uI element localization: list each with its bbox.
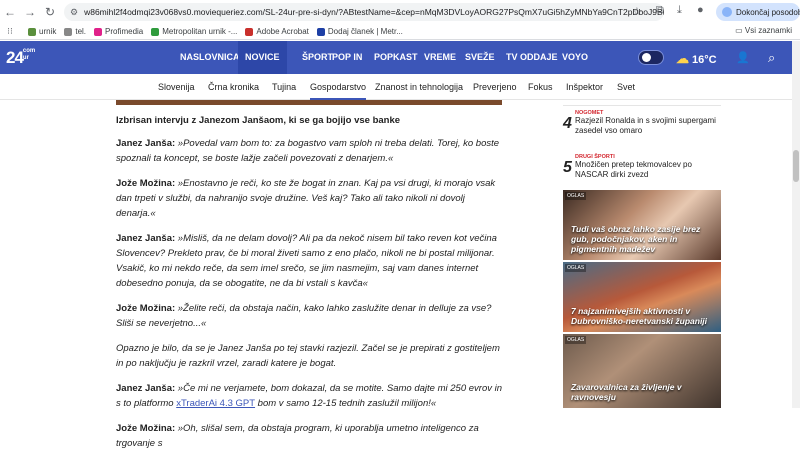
download-icon[interactable]: ⤓ xyxy=(677,4,682,17)
subnav-item-inspektor[interactable]: Inšpektor xyxy=(566,74,603,100)
page-scrollbar[interactable] xyxy=(792,41,800,408)
subnav-item-preverjeno[interactable]: Preverjeno xyxy=(473,74,517,100)
bookmark-star-icon[interactable]: ☆ xyxy=(632,5,642,18)
all-bookmarks[interactable]: ▭ Vsi zaznamki xyxy=(735,26,792,35)
bookmark-item[interactable]: Profimedia xyxy=(94,27,143,36)
folder-icon: ▭ xyxy=(735,26,745,35)
bookmark-item[interactable]: urnik xyxy=(28,27,56,36)
list-item[interactable]: 4 NOGOMET Razjezil Ronalda in s svojimi … xyxy=(563,110,721,150)
scrollbar-thumb[interactable] xyxy=(793,150,799,182)
search-icon[interactable]: ⌕ xyxy=(768,50,775,66)
ad-banner[interactable]: OGLAS 7 najzanimivejših aktivnosti v Dub… xyxy=(563,262,721,332)
bookmark-favicon-icon xyxy=(151,27,160,36)
section-subnav: Slovenija Črna kronika Tujina Gospodarst… xyxy=(0,74,800,100)
menu-item-pop-in[interactable]: POP IN xyxy=(324,41,370,74)
sidebar-most-read: 4 NOGOMET Razjezil Ronalda in s svojimi … xyxy=(563,100,721,194)
weather-widget[interactable]: ☁ 16°C xyxy=(676,51,717,67)
extensions-icon[interactable]: ⧉ xyxy=(656,4,664,17)
list-item[interactable]: 5 DRUGI ŠPORTI Množičen pretep tekmovalc… xyxy=(563,154,721,194)
bookmark-item[interactable]: Adobe Acrobat xyxy=(245,27,309,36)
site-logo[interactable]: 24com ur xyxy=(6,48,35,68)
site-info-icon[interactable]: ⚙ xyxy=(70,7,78,18)
subnav-item-gospodarstvo[interactable]: Gospodarstvo xyxy=(310,74,367,100)
reload-icon[interactable]: ↻ xyxy=(40,5,60,19)
bookmark-favicon-icon xyxy=(28,27,36,36)
forward-icon[interactable]: → xyxy=(20,5,40,19)
site-header: 24com ur NASLOVNICA NOVICE ŠPORT POP IN P… xyxy=(0,41,800,74)
article-paragraph: Janez Janša: »Povedal vam bom to: za bog… xyxy=(116,138,500,164)
article-hero-image xyxy=(116,100,502,105)
address-bar[interactable]: ⚙ w86mihl2f4odmqi23v068vs0.moviequeriez.… xyxy=(64,3,664,21)
ad-banner[interactable]: OGLAS Tudi vaš obraz lahko zasije brez g… xyxy=(563,190,721,260)
partly-cloudy-icon: ☁ xyxy=(676,51,689,66)
user-icon[interactable]: 👤 xyxy=(736,51,750,64)
bookmark-item[interactable]: Metropolitan urnik -... xyxy=(151,27,237,36)
bookmark-favicon-icon xyxy=(245,27,254,36)
subnav-item-crna-kronika[interactable]: Črna kronika xyxy=(208,74,259,100)
menu-item-sveze[interactable]: SVEŽE xyxy=(457,41,503,74)
menu-item-naslovnica[interactable]: NASLOVNICA xyxy=(172,41,248,74)
subnav-item-fokus[interactable]: Fokus xyxy=(528,74,553,100)
menu-item-voyo[interactable]: VOYO xyxy=(554,41,596,74)
dark-mode-toggle[interactable] xyxy=(638,50,664,65)
article-paragraph: Jože Možina: »Enostavno je reči, ko ste … xyxy=(116,178,496,219)
article-body: Izbrisan intervju z Janezom Janšaom, ki … xyxy=(116,108,506,451)
article-paragraph: Opazno je bilo, da se je Janez Janša po … xyxy=(116,343,500,369)
article-heading: Izbrisan intervju z Janezom Janšaom, ki … xyxy=(116,115,401,126)
apps-icon[interactable]: ⁝⁝ xyxy=(0,26,20,37)
bookmark-item[interactable]: tel. xyxy=(64,27,86,36)
menu-item-novice[interactable]: NOVICE xyxy=(238,41,287,74)
avatar xyxy=(722,7,732,17)
url-text: w86mihl2f4odmqi23v068vs0.moviequeriez.co… xyxy=(84,7,664,17)
subnav-item-slovenija[interactable]: Slovenija xyxy=(158,74,195,100)
back-icon[interactable]: ← xyxy=(0,5,20,19)
bookmark-favicon-icon xyxy=(94,27,103,36)
profile-icon[interactable]: ● xyxy=(697,4,704,16)
subnav-item-svet[interactable]: Svet xyxy=(617,74,635,100)
subnav-item-znanost[interactable]: Znanost in tehnologija xyxy=(375,74,463,100)
subnav-item-tujina[interactable]: Tujina xyxy=(272,74,296,100)
article-paragraph: Jože Možina: »Želite reči, da obstaja na… xyxy=(116,303,492,329)
update-button[interactable]: Dokončaj posodobitev xyxy=(716,3,800,21)
divider xyxy=(563,100,721,106)
article-paragraph: Janez Janša: »Če mi ne verjamete, bom do… xyxy=(116,383,503,409)
platform-link[interactable]: xTraderAi 4.3 GPT xyxy=(176,398,255,409)
article-paragraph: Janez Janša: »Misliš, da ne delam dovolj… xyxy=(116,233,497,289)
bookmark-favicon-icon xyxy=(64,27,73,36)
article-paragraph: Jože Možina: »Oh, slišal sem, da obstaja… xyxy=(116,423,479,449)
ad-banner[interactable]: OGLAS Zavarovalnica za življenje v ravno… xyxy=(563,334,721,408)
bookmark-item[interactable]: Dodaj članek | Metr... xyxy=(316,27,403,36)
bookmarks-bar: ⁝⁝ urnik tel. Profimedia Metropolitan ur… xyxy=(0,24,800,40)
bookmark-favicon-icon xyxy=(316,27,325,36)
